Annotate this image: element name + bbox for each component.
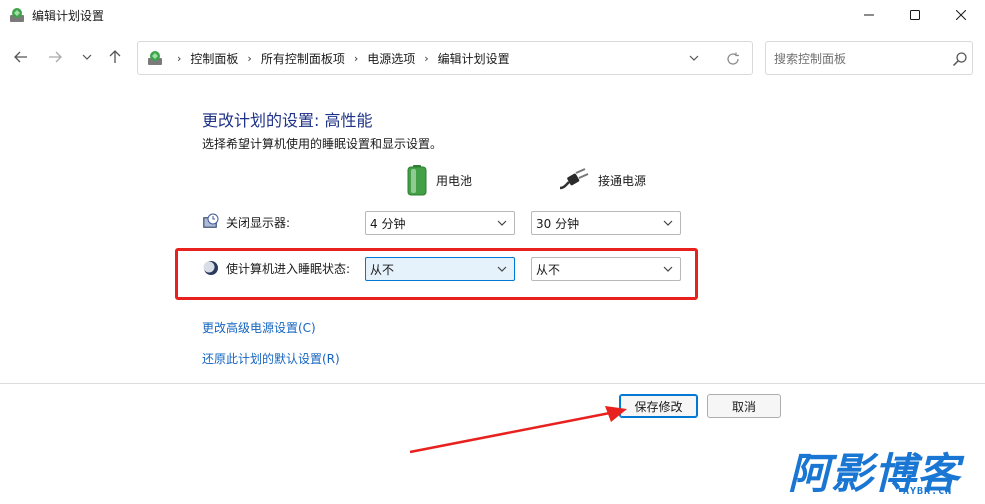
page-title: 更改计划的设置: 高性能 <box>202 111 373 130</box>
battery-icon <box>407 165 427 196</box>
column-label-battery: 用电池 <box>436 173 473 188</box>
maximize-button[interactable] <box>892 0 938 30</box>
annotation-arrow-icon <box>409 406 627 454</box>
breadcrumb: › 控制面板 › 所有控制面板项 › 电源选项 › 编辑计划设置 <box>168 42 510 74</box>
close-icon <box>956 10 966 20</box>
chevron-down-icon <box>497 220 507 226</box>
restore-defaults-link[interactable]: 还原此计划的默认设置(R) <box>202 350 340 367</box>
window-title: 编辑计划设置 <box>32 9 105 23</box>
watermark-subtext: AYBK.CN <box>903 486 953 497</box>
setting-row-turn-off-display: 关闭显示器: <box>202 213 290 231</box>
breadcrumb-item[interactable]: 电源选项 <box>367 50 415 67</box>
minimize-icon <box>864 14 874 16</box>
display-off-plugged-select[interactable]: 30 分钟 <box>531 211 681 235</box>
chevron-down-icon <box>689 55 699 61</box>
divider <box>0 383 985 384</box>
forward-button[interactable] <box>44 46 66 68</box>
address-bar[interactable]: › 控制面板 › 所有控制面板项 › 电源选项 › 编辑计划设置 <box>137 41 753 75</box>
watermark-logo: 阿影博客 AYBK.CN <box>788 448 985 504</box>
recent-locations-button[interactable] <box>76 46 98 68</box>
search-input[interactable] <box>774 50 944 68</box>
breadcrumb-chevron-icon: › <box>353 51 359 65</box>
close-button[interactable] <box>938 0 984 30</box>
cancel-button[interactable]: 取消 <box>707 394 781 418</box>
arrow-right-icon <box>49 51 62 63</box>
address-history-button[interactable] <box>686 50 702 66</box>
breadcrumb-chevron-icon: › <box>424 51 429 65</box>
title-bar: 编辑计划设置 <box>0 0 985 30</box>
navigation-bar: › 控制面板 › 所有控制面板项 › 电源选项 › 编辑计划设置 <box>0 38 985 76</box>
breadcrumb-chevron-icon: › <box>247 51 252 65</box>
back-button[interactable] <box>10 46 32 68</box>
breadcrumb-chevron-icon: › <box>177 51 182 65</box>
minimize-button[interactable] <box>846 0 892 30</box>
breadcrumb-item[interactable]: 控制面板 <box>190 50 238 67</box>
advanced-power-settings-link[interactable]: 更改高级电源设置(C) <box>202 319 316 336</box>
annotation-highlight-box <box>175 248 698 300</box>
refresh-icon <box>727 52 739 65</box>
up-button[interactable] <box>104 46 126 68</box>
search-box[interactable] <box>765 41 973 75</box>
chevron-down-icon <box>663 220 673 226</box>
refresh-button[interactable] <box>724 50 742 68</box>
maximize-icon <box>910 10 920 20</box>
setting-label: 关闭显示器: <box>226 215 291 230</box>
column-header-plugged-in: 接通电源 <box>558 164 646 196</box>
breadcrumb-item[interactable]: 编辑计划设置 <box>438 50 510 67</box>
control-panel-icon <box>148 51 162 65</box>
arrow-up-icon <box>109 50 121 63</box>
select-value: 30 分钟 <box>536 216 580 231</box>
power-options-icon <box>10 8 24 22</box>
chevron-down-icon <box>82 54 92 60</box>
page-subtitle: 选择希望计算机使用的睡眠设置和显示设置。 <box>202 137 443 151</box>
select-value: 4 分钟 <box>370 216 406 231</box>
column-header-battery: 用电池 <box>406 164 472 196</box>
breadcrumb-item[interactable]: 所有控制面板项 <box>261 50 345 67</box>
display-timer-icon <box>203 213 219 228</box>
search-icon[interactable] <box>952 51 968 67</box>
arrow-left-icon <box>14 51 27 63</box>
column-label-plugged-in: 接通电源 <box>598 173 647 188</box>
display-off-battery-select[interactable]: 4 分钟 <box>365 211 515 235</box>
power-plug-icon <box>559 168 589 190</box>
